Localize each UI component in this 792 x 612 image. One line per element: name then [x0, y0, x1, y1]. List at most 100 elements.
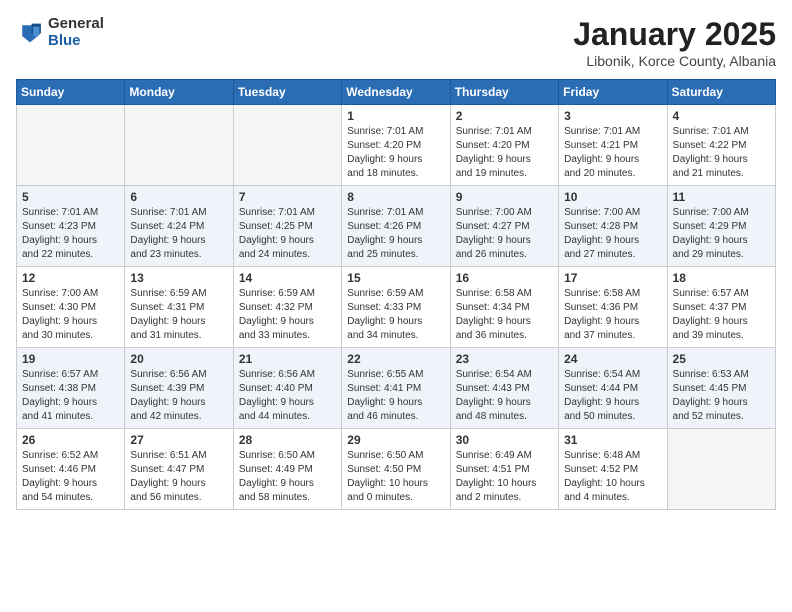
day-number: 20	[130, 352, 227, 366]
day-info: Sunrise: 7:01 AM Sunset: 4:25 PM Dayligh…	[239, 206, 336, 262]
day-number: 8	[347, 190, 444, 204]
calendar-cell: 14 Sunrise: 6:59 AM Sunset: 4:32 PM Dayli…	[233, 267, 341, 348]
calendar-cell: 11 Sunrise: 7:00 AM Sunset: 4:29 PM Dayli…	[667, 186, 775, 267]
logo-general: General	[48, 16, 104, 33]
calendar-cell: 9 Sunrise: 7:00 AM Sunset: 4:27 PM Daylig…	[450, 186, 558, 267]
day-number: 29	[347, 433, 444, 447]
calendar-cell: 25Sunrise: 6:53 AM Sunset: 4:45 PM Dayli…	[667, 348, 775, 429]
week-row-5: 26 Sunrise: 6:52 AM Sunset: 4:46 PM Dayli…	[17, 429, 776, 510]
week-row-1: 1 Sunrise: 7:01 AM Sunset: 4:20 PM Daylig…	[17, 105, 776, 186]
logo-blue: Blue	[48, 33, 104, 50]
day-info: Sunrise: 6:59 AM Sunset: 4:31 PM Dayligh…	[130, 287, 227, 343]
day-number: 16	[456, 271, 553, 285]
calendar-cell: 19 Sunrise: 6:57 AM Sunset: 4:38 PM Dayli…	[17, 348, 125, 429]
day-info: Sunrise: 6:59 AM Sunset: 4:33 PM Dayligh…	[347, 287, 444, 343]
day-number: 1	[347, 109, 444, 123]
day-info: Sunrise: 6:56 AM Sunset: 4:40 PM Dayligh…	[239, 368, 336, 424]
day-number: 14	[239, 271, 336, 285]
day-number: 15	[347, 271, 444, 285]
day-number: 22	[347, 352, 444, 366]
day-info: Sunrise: 6:51 AM Sunset: 4:47 PM Dayligh…	[130, 449, 227, 505]
day-number: 6	[130, 190, 227, 204]
day-number: 25	[673, 352, 770, 366]
weekday-header-tuesday: Tuesday	[233, 80, 341, 105]
weekday-header-thursday: Thursday	[450, 80, 558, 105]
day-number: 12	[22, 271, 119, 285]
day-number: 23	[456, 352, 553, 366]
calendar-cell	[233, 105, 341, 186]
calendar-cell: 10 Sunrise: 7:00 AM Sunset: 4:28 PM Dayli…	[559, 186, 667, 267]
day-number: 13	[130, 271, 227, 285]
day-number: 26	[22, 433, 119, 447]
day-number: 9	[456, 190, 553, 204]
weekday-header-wednesday: Wednesday	[342, 80, 450, 105]
day-info: Sunrise: 6:57 AM Sunset: 4:37 PM Dayligh…	[673, 287, 770, 343]
day-info: Sunrise: 7:01 AM Sunset: 4:20 PM Dayligh…	[347, 125, 444, 181]
day-info: Sunrise: 6:52 AM Sunset: 4:46 PM Dayligh…	[22, 449, 119, 505]
calendar-cell: 16 Sunrise: 6:58 AM Sunset: 4:34 PM Dayli…	[450, 267, 558, 348]
day-number: 30	[456, 433, 553, 447]
day-info: Sunrise: 6:50 AM Sunset: 4:49 PM Dayligh…	[239, 449, 336, 505]
calendar-cell: 12 Sunrise: 7:00 AM Sunset: 4:30 PM Dayli…	[17, 267, 125, 348]
day-number: 18	[673, 271, 770, 285]
calendar-cell: 27 Sunrise: 6:51 AM Sunset: 4:47 PM Dayli…	[125, 429, 233, 510]
logo: General Blue	[16, 16, 104, 49]
day-number: 10	[564, 190, 661, 204]
weekday-header-friday: Friday	[559, 80, 667, 105]
calendar-cell: 17Sunrise: 6:58 AM Sunset: 4:36 PM Dayli…	[559, 267, 667, 348]
day-info: Sunrise: 6:59 AM Sunset: 4:32 PM Dayligh…	[239, 287, 336, 343]
day-info: Sunrise: 7:00 AM Sunset: 4:28 PM Dayligh…	[564, 206, 661, 262]
day-number: 5	[22, 190, 119, 204]
calendar-cell: 21 Sunrise: 6:56 AM Sunset: 4:40 PM Dayli…	[233, 348, 341, 429]
day-info: Sunrise: 7:01 AM Sunset: 4:20 PM Dayligh…	[456, 125, 553, 181]
calendar-cell: 4Sunrise: 7:01 AM Sunset: 4:22 PM Daylig…	[667, 105, 775, 186]
day-info: Sunrise: 6:56 AM Sunset: 4:39 PM Dayligh…	[130, 368, 227, 424]
day-number: 4	[673, 109, 770, 123]
calendar-cell: 13 Sunrise: 6:59 AM Sunset: 4:31 PM Dayli…	[125, 267, 233, 348]
day-info: Sunrise: 7:01 AM Sunset: 4:21 PM Dayligh…	[564, 125, 661, 181]
calendar-cell: 29Sunrise: 6:50 AM Sunset: 4:50 PM Dayli…	[342, 429, 450, 510]
week-row-4: 19 Sunrise: 6:57 AM Sunset: 4:38 PM Dayli…	[17, 348, 776, 429]
day-number: 19	[22, 352, 119, 366]
day-info: Sunrise: 6:48 AM Sunset: 4:52 PM Dayligh…	[564, 449, 661, 505]
calendar-cell: 28Sunrise: 6:50 AM Sunset: 4:49 PM Dayli…	[233, 429, 341, 510]
day-info: Sunrise: 6:58 AM Sunset: 4:36 PM Dayligh…	[564, 287, 661, 343]
calendar-table: SundayMondayTuesdayWednesdayThursdayFrid…	[16, 79, 776, 510]
week-row-2: 5 Sunrise: 7:01 AM Sunset: 4:23 PM Daylig…	[17, 186, 776, 267]
day-info: Sunrise: 7:00 AM Sunset: 4:30 PM Dayligh…	[22, 287, 119, 343]
day-number: 31	[564, 433, 661, 447]
day-info: Sunrise: 7:00 AM Sunset: 4:27 PM Dayligh…	[456, 206, 553, 262]
calendar-cell: 1 Sunrise: 7:01 AM Sunset: 4:20 PM Daylig…	[342, 105, 450, 186]
calendar-cell: 15 Sunrise: 6:59 AM Sunset: 4:33 PM Dayli…	[342, 267, 450, 348]
day-number: 24	[564, 352, 661, 366]
day-info: Sunrise: 7:00 AM Sunset: 4:29 PM Dayligh…	[673, 206, 770, 262]
calendar-cell: 31 Sunrise: 6:48 AM Sunset: 4:52 PM Dayli…	[559, 429, 667, 510]
calendar-cell: 30Sunrise: 6:49 AM Sunset: 4:51 PM Dayli…	[450, 429, 558, 510]
day-info: Sunrise: 7:01 AM Sunset: 4:23 PM Dayligh…	[22, 206, 119, 262]
day-number: 11	[673, 190, 770, 204]
weekday-header-saturday: Saturday	[667, 80, 775, 105]
weekday-header-monday: Monday	[125, 80, 233, 105]
week-row-3: 12 Sunrise: 7:00 AM Sunset: 4:30 PM Dayli…	[17, 267, 776, 348]
calendar-title: January 2025	[573, 16, 776, 53]
calendar-cell: 18 Sunrise: 6:57 AM Sunset: 4:37 PM Dayli…	[667, 267, 775, 348]
day-info: Sunrise: 6:57 AM Sunset: 4:38 PM Dayligh…	[22, 368, 119, 424]
calendar-subtitle: Libonik, Korce County, Albania	[573, 53, 776, 69]
calendar-cell: 2Sunrise: 7:01 AM Sunset: 4:20 PM Daylig…	[450, 105, 558, 186]
calendar-cell: 5 Sunrise: 7:01 AM Sunset: 4:23 PM Daylig…	[17, 186, 125, 267]
calendar-cell: 24 Sunrise: 6:54 AM Sunset: 4:44 PM Dayli…	[559, 348, 667, 429]
calendar-cell: 22 Sunrise: 6:55 AM Sunset: 4:41 PM Dayli…	[342, 348, 450, 429]
calendar-cell	[667, 429, 775, 510]
calendar-cell: 3Sunrise: 7:01 AM Sunset: 4:21 PM Daylig…	[559, 105, 667, 186]
day-info: Sunrise: 7:01 AM Sunset: 4:26 PM Dayligh…	[347, 206, 444, 262]
day-number: 27	[130, 433, 227, 447]
day-info: Sunrise: 7:01 AM Sunset: 4:24 PM Dayligh…	[130, 206, 227, 262]
day-info: Sunrise: 6:55 AM Sunset: 4:41 PM Dayligh…	[347, 368, 444, 424]
day-number: 21	[239, 352, 336, 366]
calendar-cell: 26 Sunrise: 6:52 AM Sunset: 4:46 PM Dayli…	[17, 429, 125, 510]
day-info: Sunrise: 6:58 AM Sunset: 4:34 PM Dayligh…	[456, 287, 553, 343]
calendar-cell: 20 Sunrise: 6:56 AM Sunset: 4:39 PM Dayli…	[125, 348, 233, 429]
logo-text: General Blue	[48, 16, 104, 49]
calendar-cell	[125, 105, 233, 186]
day-info: Sunrise: 6:54 AM Sunset: 4:44 PM Dayligh…	[564, 368, 661, 424]
